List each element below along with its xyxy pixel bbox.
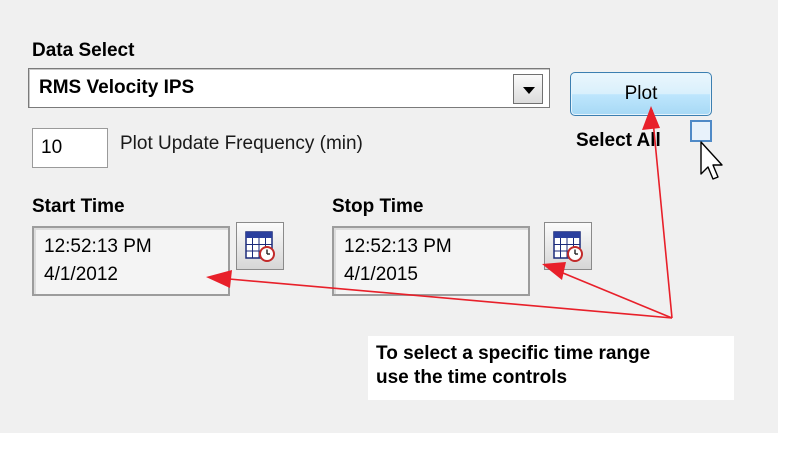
arrow-to-plot-button [651, 109, 673, 319]
arrow-to-stop-time [545, 265, 673, 319]
annotation-arrows [206, 106, 723, 319]
arrow-to-start-time [217, 277, 673, 319]
arrowhead-icon [542, 262, 566, 280]
arrowhead-icon [206, 270, 232, 288]
arrowhead-icon [642, 106, 660, 130]
mouse-pointer-icon [700, 141, 723, 180]
